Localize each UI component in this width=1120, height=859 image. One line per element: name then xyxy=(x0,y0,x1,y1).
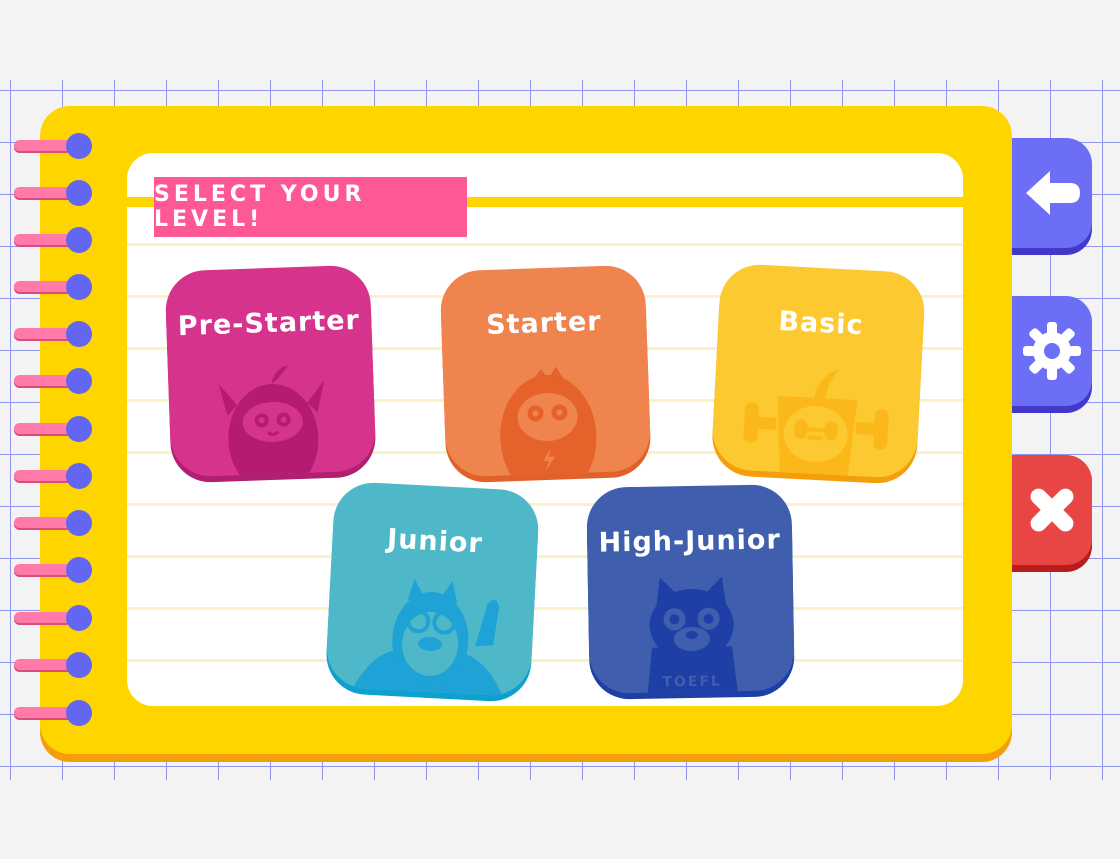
level-card-starter[interactable]: Starter xyxy=(439,264,652,478)
binder-ring xyxy=(14,368,94,394)
level-card-basic[interactable]: Basic xyxy=(710,262,927,480)
level-label: Basic xyxy=(777,305,865,342)
bird-mascot-icon xyxy=(742,369,889,476)
penguin-mascot-icon xyxy=(352,579,503,696)
back-button[interactable] xyxy=(1012,138,1092,248)
binder-ring xyxy=(14,133,94,159)
binder-ring xyxy=(14,416,94,442)
level-card-pre-starter[interactable]: Pre-Starter xyxy=(164,264,377,478)
settings-button[interactable] xyxy=(1012,296,1092,406)
level-label: Pre-Starter xyxy=(177,304,361,343)
binder-ring xyxy=(14,652,94,678)
level-card-junior[interactable]: Junior xyxy=(324,480,541,698)
gear-icon xyxy=(1023,322,1081,380)
binder-ring xyxy=(14,321,94,347)
level-label: Junior xyxy=(386,523,484,560)
back-arrow-icon xyxy=(1026,171,1080,215)
sloth-mascot-icon xyxy=(499,366,596,477)
level-card-high-junior[interactable]: High-Junior TOEFL xyxy=(586,484,795,694)
close-button[interactable] xyxy=(1012,455,1092,565)
binder-ring xyxy=(14,700,94,726)
binder-ring xyxy=(14,227,94,253)
binder-ring xyxy=(14,274,94,300)
binder-ring xyxy=(14,180,94,206)
binder-ring xyxy=(14,605,94,631)
sloth-mascot-icon xyxy=(217,365,324,477)
binder-ring xyxy=(14,557,94,583)
level-label: High-Junior xyxy=(598,524,782,559)
page-title: SELECT YOUR LEVEL! xyxy=(154,177,467,237)
close-icon xyxy=(1030,488,1074,532)
level-label: Starter xyxy=(485,306,603,342)
binder-ring xyxy=(14,510,94,536)
binder-ring xyxy=(14,463,94,489)
